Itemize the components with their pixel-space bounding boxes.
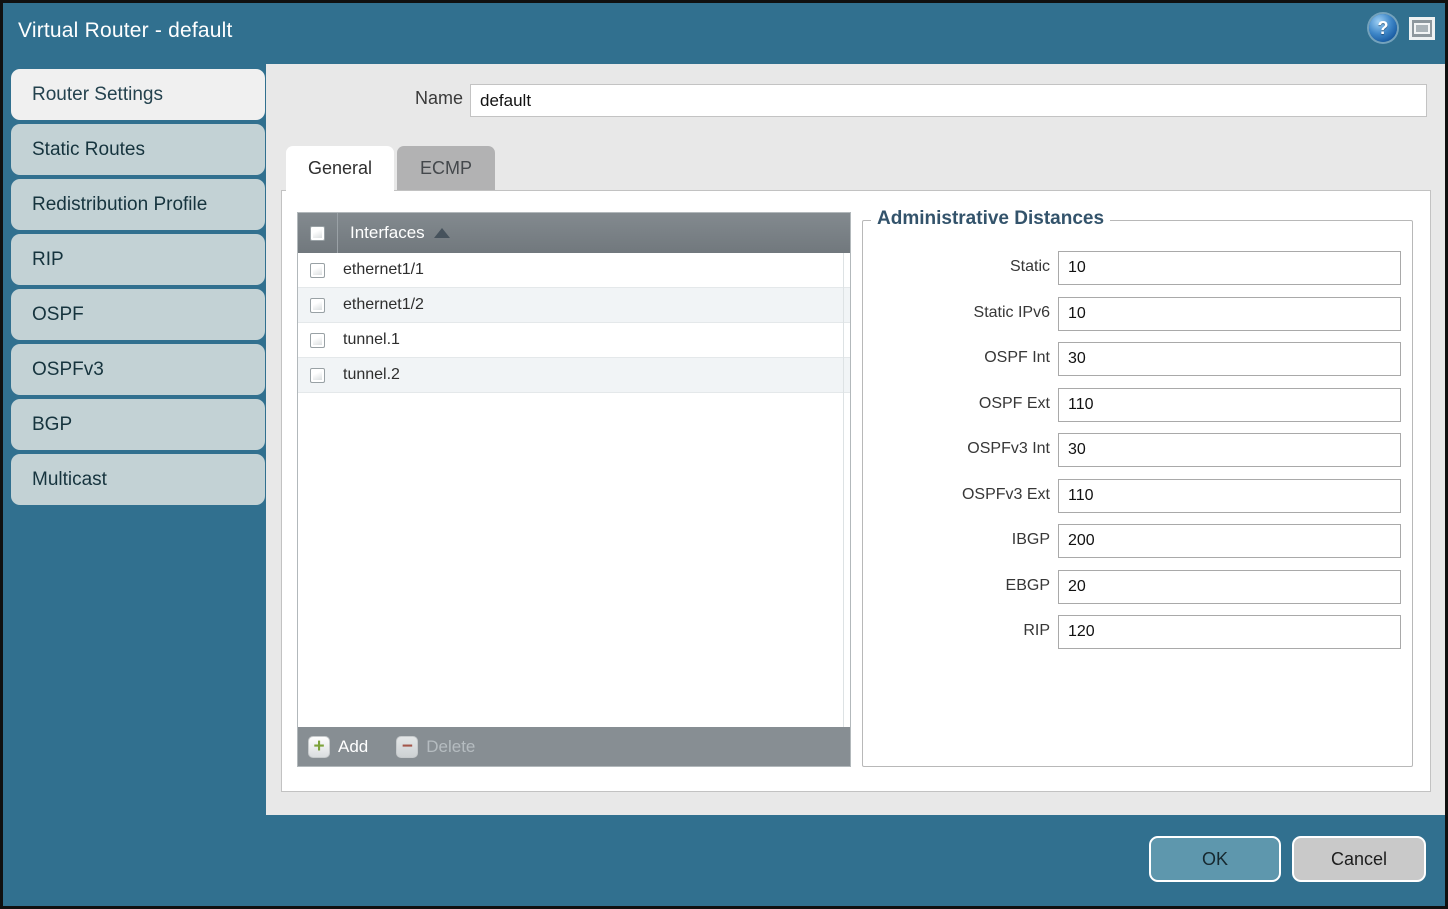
interfaces-grid-body: ethernet1/1 ethernet1/2 tunnel.1 tunnel.… (298, 253, 850, 727)
add-button[interactable]: Add (308, 736, 368, 758)
ospf-int-label: OSPF Int (863, 349, 1050, 367)
name-label: Name (366, 88, 463, 109)
tab-ecmp[interactable]: ECMP (397, 146, 495, 191)
ibgp-input[interactable] (1058, 524, 1401, 558)
sidebar-item-static-routes[interactable]: Static Routes (11, 124, 265, 175)
select-all-checkbox[interactable] (310, 226, 325, 241)
row-checkbox[interactable] (310, 298, 325, 313)
ospfv3-int-label: OSPFv3 Int (863, 440, 1050, 458)
grid-column-divider (843, 253, 844, 727)
sidebar-item-ospfv3[interactable]: OSPFv3 (11, 344, 265, 395)
interfaces-grid: Interfaces ethernet1/1 ethernet1/2 (297, 212, 851, 767)
help-icon[interactable] (1369, 14, 1397, 42)
sidebar-item-rip[interactable]: RIP (11, 234, 265, 285)
table-row[interactable]: ethernet1/1 (298, 253, 850, 288)
interfaces-grid-header[interactable]: Interfaces (298, 213, 850, 253)
sidebar-item-label: Multicast (32, 469, 107, 490)
ok-button[interactable]: OK (1149, 836, 1281, 882)
content-area: Name General ECMP Interfaces (266, 64, 1445, 815)
add-button-label: Add (338, 737, 368, 757)
ospf-ext-label: OSPF Ext (863, 395, 1050, 413)
dialog-title: Virtual Router - default (18, 19, 233, 43)
ospfv3-ext-label: OSPFv3 Ext (863, 486, 1050, 504)
sidebar-item-router-settings[interactable]: Router Settings (11, 69, 265, 120)
ospfv3-int-input[interactable] (1058, 433, 1401, 467)
administrative-distances-group: Administrative Distances Static Static I… (862, 220, 1413, 767)
sidebar-item-label: OSPFv3 (32, 359, 104, 380)
delete-button-label: Delete (426, 737, 475, 757)
sort-asc-icon (434, 228, 450, 238)
virtual-router-dialog: Virtual Router - default Router Settings… (0, 0, 1448, 909)
name-input[interactable] (470, 84, 1427, 117)
interfaces-grid-toolbar: Add Delete (298, 727, 850, 766)
sidebar-item-label: BGP (32, 414, 72, 435)
static-input[interactable] (1058, 251, 1401, 285)
sidebar-item-ospf[interactable]: OSPF (11, 289, 265, 340)
sidebar-item-label: Router Settings (32, 84, 163, 105)
interface-name: ethernet1/1 (337, 261, 424, 279)
ospf-ext-input[interactable] (1058, 388, 1401, 422)
ebgp-input[interactable] (1058, 570, 1401, 604)
ospf-int-input[interactable] (1058, 342, 1401, 376)
tab-general[interactable]: General (286, 146, 394, 191)
group-title: Administrative Distances (871, 208, 1110, 230)
row-checkbox[interactable] (310, 368, 325, 383)
sidebar-item-label: Static Routes (32, 139, 145, 160)
minus-icon (396, 736, 418, 758)
general-tab-panel: Interfaces ethernet1/1 ethernet1/2 (281, 190, 1431, 792)
ibgp-label: IBGP (863, 531, 1050, 549)
sidebar-item-bgp[interactable]: BGP (11, 399, 265, 450)
sidebar-item-redistribution-profile[interactable]: Redistribution Profile (11, 179, 265, 230)
row-checkbox[interactable] (310, 263, 325, 278)
interface-name: tunnel.1 (337, 331, 400, 349)
ebgp-label: EBGP (863, 577, 1050, 595)
rip-label: RIP (863, 622, 1050, 640)
table-row[interactable]: ethernet1/2 (298, 288, 850, 323)
window-restore-icon[interactable] (1409, 17, 1435, 40)
row-checkbox[interactable] (310, 333, 325, 348)
cancel-button[interactable]: Cancel (1292, 836, 1426, 882)
delete-button[interactable]: Delete (396, 736, 475, 758)
sidebar-item-label: OSPF (32, 304, 84, 325)
static-label: Static (863, 258, 1050, 276)
interfaces-column-header: Interfaces (350, 223, 425, 243)
table-row[interactable]: tunnel.1 (298, 323, 850, 358)
sidebar-item-label: Redistribution Profile (32, 194, 207, 215)
table-row[interactable]: tunnel.2 (298, 358, 850, 393)
rip-input[interactable] (1058, 615, 1401, 649)
ospfv3-ext-input[interactable] (1058, 479, 1401, 513)
sidebar-item-label: RIP (32, 249, 64, 270)
sidebar-item-multicast[interactable]: Multicast (11, 454, 265, 505)
header-checkbox-cell (298, 213, 338, 253)
interface-name: ethernet1/2 (337, 296, 424, 314)
static-ipv6-input[interactable] (1058, 297, 1401, 331)
plus-icon (308, 736, 330, 758)
static-ipv6-label: Static IPv6 (863, 304, 1050, 322)
interface-name: tunnel.2 (337, 366, 400, 384)
